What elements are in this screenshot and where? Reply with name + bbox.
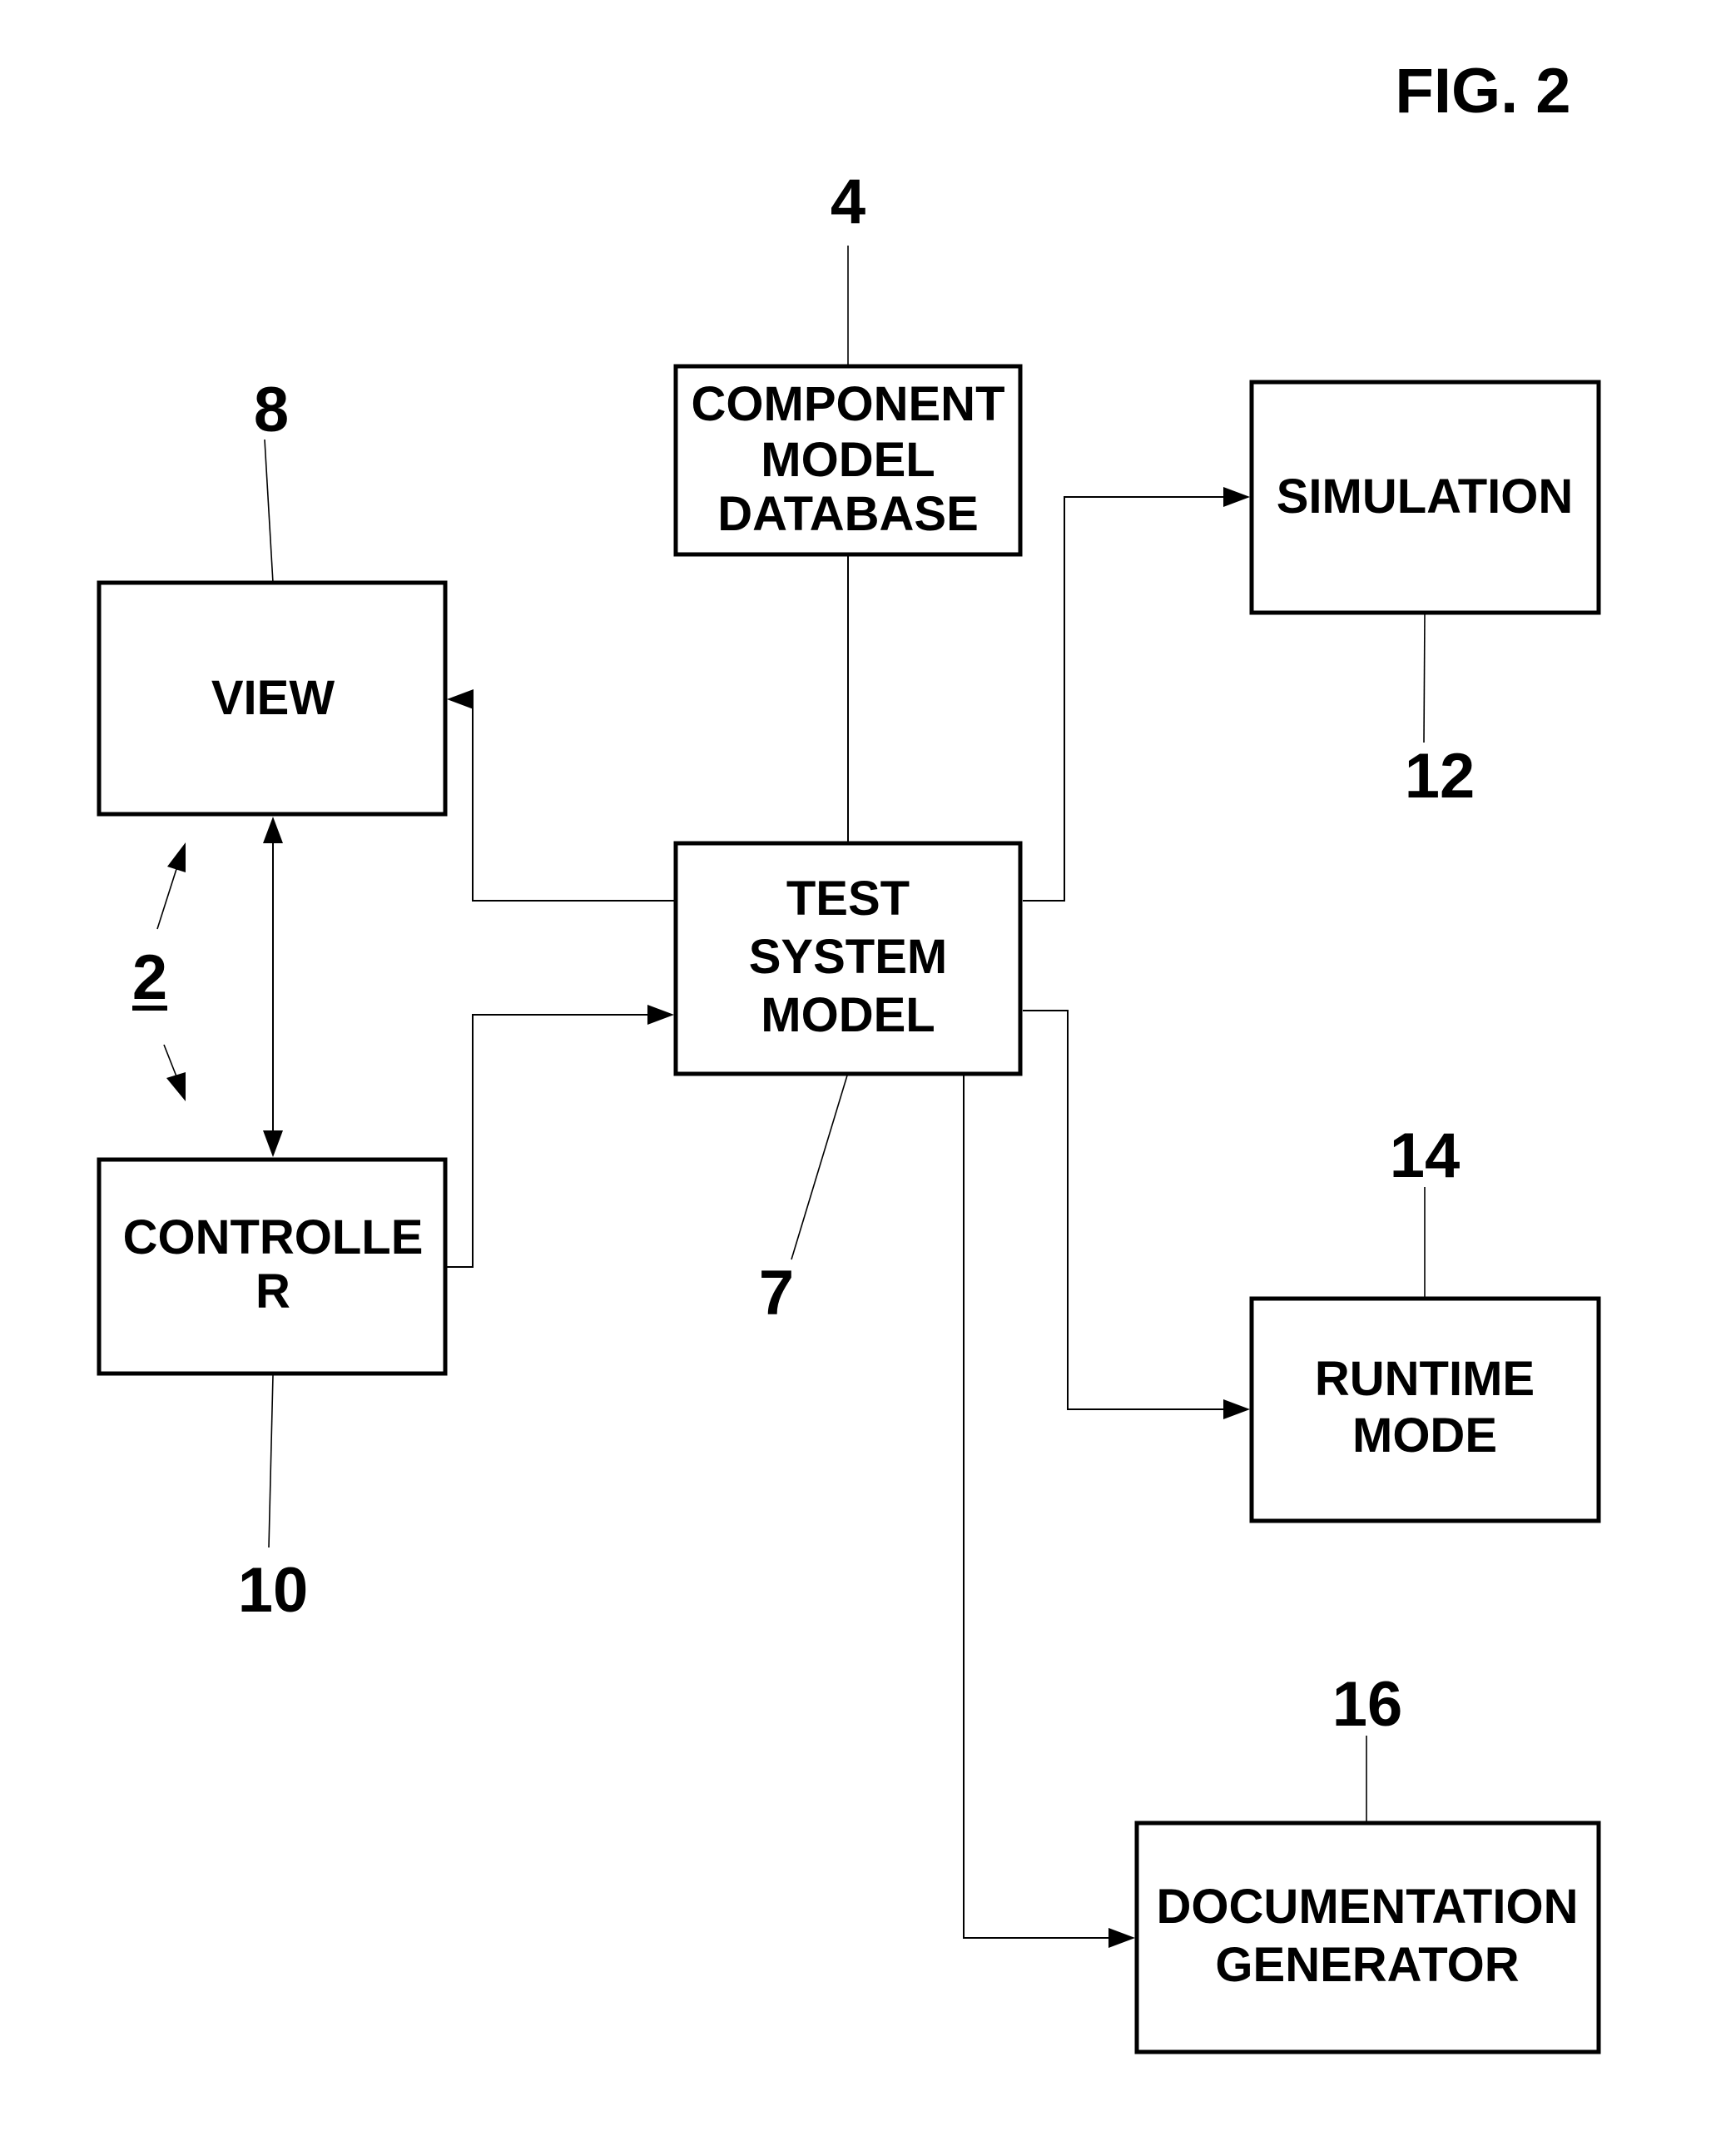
reference-test-system-model: 7 — [759, 1075, 848, 1329]
connector-line — [1023, 496, 1223, 902]
block-documentation-generator[interactable]: DOCUMENTATIONGENERATOR — [1134, 1821, 1601, 2054]
connector-test-system-model-to-runtime-mode — [1023, 1010, 1250, 1419]
pointer-line — [163, 1044, 177, 1077]
reference-numeral: 12 — [1405, 741, 1475, 812]
pointer-arrow-icon — [167, 842, 186, 872]
arrowhead-icon — [447, 689, 474, 709]
reference-numeral: 10 — [238, 1555, 309, 1626]
leader-line — [268, 1374, 274, 1548]
block-view[interactable]: VIEW — [97, 580, 448, 817]
block-label: VIEW — [211, 671, 335, 725]
block-label: GENERATOR — [1215, 1938, 1519, 1992]
arrowhead-icon — [263, 817, 283, 843]
reference-view: 8 — [254, 375, 289, 584]
connector-test-system-model-to-documentation-generator — [963, 1076, 1135, 1948]
reference-runtime-mode: 14 — [1390, 1120, 1461, 1299]
connector-test-system-model-to-simulation — [1023, 487, 1250, 902]
patent-figure: COMPONENTMODELDATABASEVIEWTESTSYSTEMMODE… — [97, 56, 1601, 2054]
arrowhead-icon — [1223, 1399, 1250, 1419]
arrowhead-icon — [1223, 487, 1250, 507]
block-label: R — [255, 1264, 290, 1319]
pointer-line — [156, 868, 177, 930]
block-label: COMPONENT — [692, 377, 1005, 431]
connector-line — [1023, 1010, 1223, 1410]
arrowhead-icon — [647, 1005, 674, 1025]
system-reference: 2 — [132, 842, 186, 1101]
block-component-model-database[interactable]: COMPONENTMODELDATABASE — [673, 364, 1023, 557]
reference-numeral: 8 — [254, 375, 289, 445]
block-label: CONTROLLE — [123, 1210, 424, 1264]
connector-test-system-model-to-view — [447, 689, 674, 902]
connector-line — [447, 1014, 647, 1268]
connector-line — [963, 1076, 1108, 1939]
block-label: MODEL — [761, 988, 935, 1042]
leader-line — [1423, 614, 1426, 743]
reference-numeral: 14 — [1390, 1120, 1461, 1191]
connector-view-to-controller — [263, 817, 283, 1157]
connector-controller-to-test-system-model — [447, 1005, 674, 1268]
connector-line — [472, 698, 674, 902]
block-label: MODE — [1352, 1408, 1497, 1463]
block-label: SYSTEM — [749, 930, 948, 984]
leader-line — [791, 1075, 848, 1260]
system-reference-numeral: 2 — [132, 942, 167, 1013]
block-simulation[interactable]: SIMULATION — [1249, 380, 1601, 615]
reference-controller: 10 — [238, 1374, 309, 1626]
block-label: RUNTIME — [1315, 1352, 1535, 1406]
block-label: SIMULATION — [1277, 469, 1574, 524]
pointer-arrow-icon — [166, 1072, 186, 1101]
reference-documentation-generator: 16 — [1332, 1669, 1403, 1823]
reference-component-model-database: 4 — [831, 166, 865, 366]
figure-title: FIG. 2 — [1395, 56, 1570, 127]
arrowhead-icon — [263, 1130, 283, 1157]
reference-simulation: 12 — [1405, 614, 1475, 812]
underline — [132, 1006, 167, 1011]
arrowhead-icon — [1108, 1928, 1135, 1948]
leader-line — [264, 439, 274, 584]
block-label: MODEL — [761, 433, 935, 487]
reference-numeral: 16 — [1332, 1669, 1403, 1740]
block-label: TEST — [786, 872, 910, 926]
block-controller[interactable]: CONTROLLER — [97, 1157, 448, 1376]
reference-numeral: 7 — [759, 1258, 794, 1329]
block-label: DOCUMENTATION — [1157, 1880, 1579, 1934]
reference-numeral: 4 — [831, 166, 865, 237]
block-label: DATABASE — [717, 487, 979, 541]
block-test-system-model[interactable]: TESTSYSTEMMODEL — [673, 841, 1023, 1076]
block-runtime-mode[interactable]: RUNTIMEMODE — [1249, 1296, 1601, 1523]
